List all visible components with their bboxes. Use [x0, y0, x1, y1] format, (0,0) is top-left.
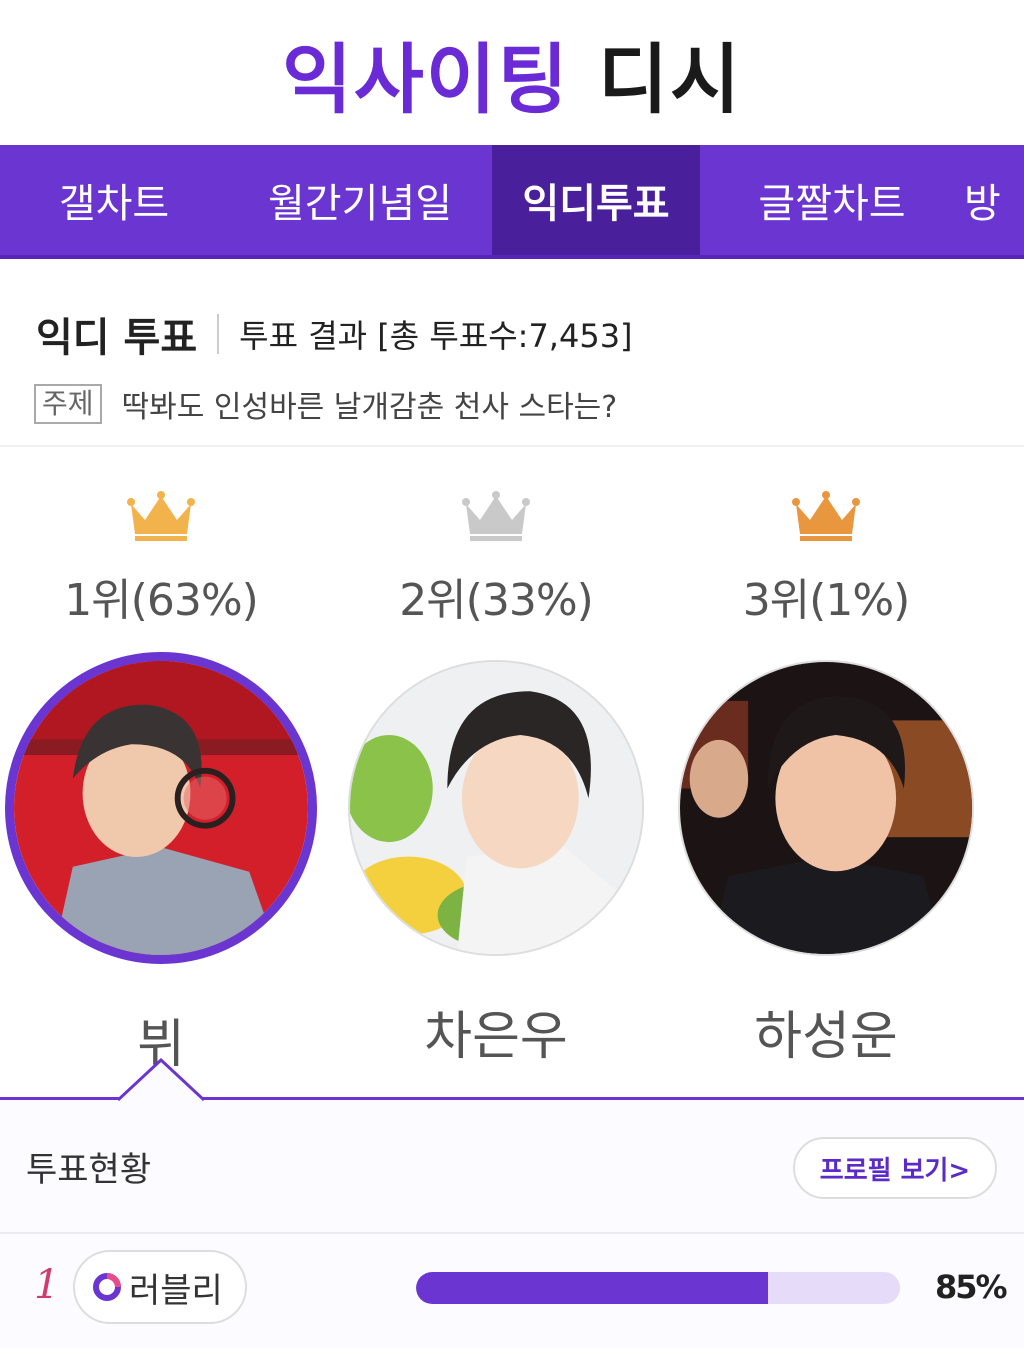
bronze-crown-icon: [792, 491, 860, 541]
fandom-name: 러블리: [129, 1270, 223, 1311]
progress-percent: 85%: [935, 1268, 1008, 1306]
site-logo[interactable]: 익사이팅 디시: [282, 18, 742, 128]
fandom-badge[interactable]: 러블리: [73, 1250, 247, 1324]
candidate-photo[interactable]: [5, 652, 317, 964]
portrait-image: [680, 662, 972, 954]
topic-text: 딱봐도 인성바른 날개감춘 천사 스타는?: [121, 390, 618, 425]
portrait-image: [14, 661, 308, 955]
progress-bar: [416, 1272, 900, 1304]
main-nav: 갤차트 월간기념일 익디투표 글짤차트 방: [0, 145, 1024, 259]
candidate-photo[interactable]: [678, 660, 974, 956]
candidate-1[interactable]: 1위(63%) 뷔: [0, 490, 326, 1077]
vote-result-label: 투표 결과 [총 투표수:7,453]: [239, 317, 633, 355]
candidate-photo[interactable]: [348, 660, 644, 956]
selection-pointer: [118, 1058, 204, 1102]
candidate-2[interactable]: 2위(33%) 차은우: [331, 490, 661, 1069]
fandom-rank: 1: [34, 1262, 60, 1308]
gold-crown-icon: [127, 491, 195, 541]
nav-item-gallery-chart[interactable]: 갤차트: [0, 145, 228, 255]
heading-divider: [217, 314, 220, 354]
nav-item-vote[interactable]: 익디투표: [492, 145, 700, 255]
status-title: 투표현황: [26, 1150, 152, 1190]
progress-fill: [416, 1272, 768, 1304]
vote-title: 익디 투표: [36, 315, 198, 361]
candidate-3[interactable]: 3위(1%) 하성운: [661, 490, 991, 1069]
vote-topic: 주제 딱봐도 인성바른 날개감춘 천사 스타는?: [34, 382, 617, 426]
status-divider: [0, 1232, 1024, 1234]
nav-item-room[interactable]: 방: [964, 145, 1024, 255]
site-header: 익사이팅 디시: [0, 0, 1024, 145]
nav-item-monthly-anniversary[interactable]: 월간기념일: [228, 145, 492, 255]
fandom-logo-icon: [93, 1273, 121, 1301]
profile-view-button[interactable]: 프로필 보기>: [793, 1137, 997, 1199]
section-divider: [0, 445, 1024, 447]
logo-sub: 디시: [598, 34, 742, 124]
candidate-rank: 3위(1%): [742, 575, 911, 626]
candidate-name: 차은우: [424, 1007, 568, 1067]
nav-item-post-chart[interactable]: 글짤차트: [700, 145, 964, 255]
portrait-image: [350, 662, 642, 954]
candidate-name: 하성운: [754, 1007, 898, 1067]
silver-crown-icon: [462, 491, 530, 541]
topic-tag: 주제: [34, 384, 102, 424]
candidate-rank: 2위(33%): [399, 575, 594, 626]
logo-main: 익사이팅: [282, 34, 570, 124]
candidate-rank: 1위(63%): [64, 575, 259, 626]
vote-heading: 익디 투표 투표 결과 [총 투표수:7,453]: [36, 305, 633, 363]
